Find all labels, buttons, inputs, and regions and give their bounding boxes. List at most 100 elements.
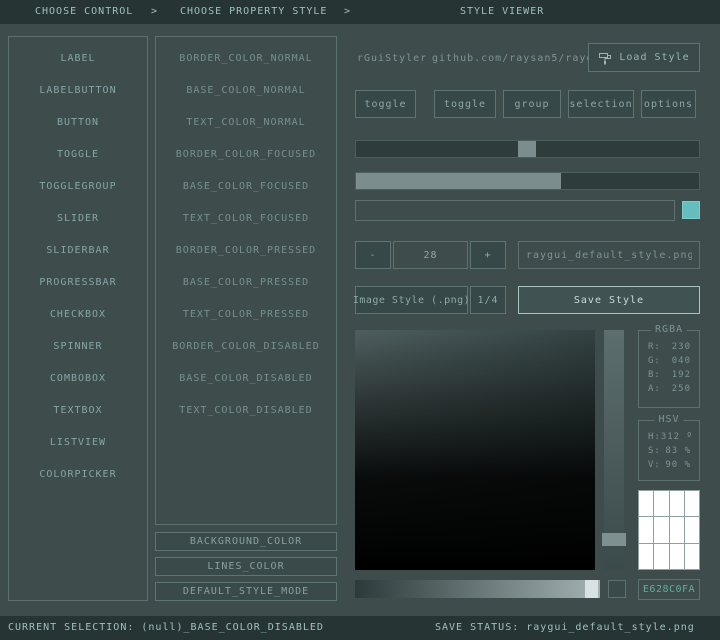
palette-cell[interactable] [670,544,684,569]
spinner-value-text: 28 [423,250,437,261]
paint-roller-icon [598,51,612,65]
hsv-v-value: 90 % [665,460,691,470]
control-item-sliderbar[interactable]: SLIDERBAR [9,234,147,266]
demo-sliderbar[interactable] [355,172,700,190]
style-filename-textbox[interactable] [518,241,700,269]
palette-cell[interactable] [654,517,668,542]
rgba-r-label: R: [648,342,661,352]
hue-slider[interactable] [604,330,624,570]
palette-grid [638,490,700,570]
alpha-slider-handle[interactable] [585,580,598,598]
palette-cell[interactable] [639,517,653,542]
demo-slider[interactable] [355,140,700,158]
load-style-button[interactable]: Load Style [588,43,700,72]
property-item-text-color-focused[interactable]: TEXT_COLOR_FOCUSED [156,202,336,234]
repo-link[interactable]: github.com/raysan5/raygui [432,53,608,64]
palette-cell[interactable] [685,544,699,569]
palette-cell[interactable] [685,491,699,516]
demo-textbox[interactable] [355,200,675,221]
status-bar: CURRENT SELECTION: (null)_BASE_COLOR_DIS… [0,616,720,640]
demo-group-button[interactable]: group [503,90,561,118]
style-filename-input[interactable] [519,250,699,261]
demo-textbox-input[interactable] [356,205,674,216]
property-item-border-color-focused[interactable]: BORDER_COLOR_FOCUSED [156,138,336,170]
control-item-progressbar[interactable]: PROGRESSBAR [9,266,147,298]
top-header-bar: CHOOSE CONTROL > CHOOSE PROPERTY STYLE >… [0,0,720,24]
palette-cell[interactable] [685,517,699,542]
control-item-toggle[interactable]: TOGGLE [9,138,147,170]
control-item-listview[interactable]: LISTVIEW [9,426,147,458]
control-item-slider[interactable]: SLIDER [9,202,147,234]
property-item-border-color-pressed[interactable]: BORDER_COLOR_PRESSED [156,234,336,266]
control-item-spinner[interactable]: SPINNER [9,330,147,362]
save-style-button[interactable]: Save Style [518,286,700,314]
property-item-border-color-disabled[interactable]: BORDER_COLOR_DISABLED [156,330,336,362]
palette-cell[interactable] [639,544,653,569]
rgba-row-a: A: 250 [648,384,691,394]
chevron-right-icon: > [151,0,158,24]
control-item-togglegroup[interactable]: TOGGLEGROUP [9,170,147,202]
image-style-button[interactable]: Image Style (.png) [355,286,468,314]
section-title-style-viewer: STYLE VIEWER [460,0,544,24]
control-item-combobox[interactable]: COMBOBOX [9,362,147,394]
color-picker-panel[interactable] [355,330,595,570]
app-title: rGuiStyler [357,53,427,64]
property-item-base-color-pressed[interactable]: BASE_COLOR_PRESSED [156,266,336,298]
control-item-colorpicker[interactable]: COLORPICKER [9,458,147,490]
alpha-slider[interactable] [355,580,600,598]
section-title-choose-property: CHOOSE PROPERTY STYLE [180,0,327,24]
property-item-text-color-normal[interactable]: TEXT_COLOR_NORMAL [156,106,336,138]
rgba-row-g: G: 040 [648,356,691,366]
rguistyler-window: CHOOSE CONTROL > CHOOSE PROPERTY STYLE >… [0,0,720,640]
rgba-g-value: 040 [672,356,691,366]
default-style-mode-button[interactable]: DEFAULT_STYLE_MODE [155,582,337,601]
property-item-base-color-focused[interactable]: BASE_COLOR_FOCUSED [156,170,336,202]
palette-cell[interactable] [654,544,668,569]
controls-list-panel: LABEL LABELBUTTON BUTTON TOGGLE TOGGLEGR… [8,36,148,601]
load-style-label: Load Style [619,52,689,63]
demo-selection-button[interactable]: selection [568,90,634,118]
property-item-base-color-disabled[interactable]: BASE_COLOR_DISABLED [156,362,336,394]
demo-toggle-1[interactable]: toggle [355,90,416,118]
spinner-increment-button[interactable]: + [470,241,506,269]
rgba-group-title: RGBA [651,324,687,335]
rgba-a-value: 250 [672,384,691,394]
control-item-checkbox[interactable]: CHECKBOX [9,298,147,330]
spinner-decrement-button[interactable]: - [355,241,391,269]
property-item-text-color-pressed[interactable]: TEXT_COLOR_PRESSED [156,298,336,330]
demo-options-button[interactable]: options [641,90,696,118]
palette-cell[interactable] [670,491,684,516]
control-item-labelbutton[interactable]: LABELBUTTON [9,74,147,106]
rgba-b-value: 192 [672,370,691,380]
lines-color-button[interactable]: LINES_COLOR [155,557,337,576]
property-item-border-color-normal[interactable]: BORDER_COLOR_NORMAL [156,42,336,74]
image-style-combo[interactable]: 1/4 [470,286,506,314]
palette-cell[interactable] [670,517,684,542]
palette-cell[interactable] [654,491,668,516]
spinner-value[interactable]: 28 [393,241,468,269]
control-item-button[interactable]: BUTTON [9,106,147,138]
properties-list-panel: BORDER_COLOR_NORMAL BASE_COLOR_NORMAL TE… [155,36,337,525]
hsv-group: HSV H: 312 º S: 83 % V: 90 % [638,420,700,481]
alpha-value-box[interactable] [608,580,626,598]
rgba-row-b: B: 192 [648,370,691,380]
hsv-v-label: V: [648,460,661,470]
sliderbar-fill [356,173,561,189]
hex-color-textbox[interactable] [638,579,700,600]
property-item-base-color-normal[interactable]: BASE_COLOR_NORMAL [156,74,336,106]
background-color-button[interactable]: BACKGROUND_COLOR [155,532,337,551]
hsv-s-value: 83 % [665,446,691,456]
control-item-label[interactable]: LABEL [9,42,147,74]
current-selection-status: CURRENT SELECTION: (null)_BASE_COLOR_DIS… [8,616,324,640]
demo-checkbox[interactable] [682,201,700,219]
rgba-row-r: R: 230 [648,342,691,352]
slider-handle[interactable] [518,141,536,157]
hue-slider-handle[interactable] [602,533,626,546]
control-item-textbox[interactable]: TEXTBOX [9,394,147,426]
palette-cell[interactable] [639,491,653,516]
demo-toggle-2[interactable]: toggle [434,90,496,118]
hex-color-input[interactable] [639,584,699,595]
hsv-s-label: S: [648,446,661,456]
chevron-right-icon: > [344,0,351,24]
property-item-text-color-disabled[interactable]: TEXT_COLOR_DISABLED [156,394,336,426]
